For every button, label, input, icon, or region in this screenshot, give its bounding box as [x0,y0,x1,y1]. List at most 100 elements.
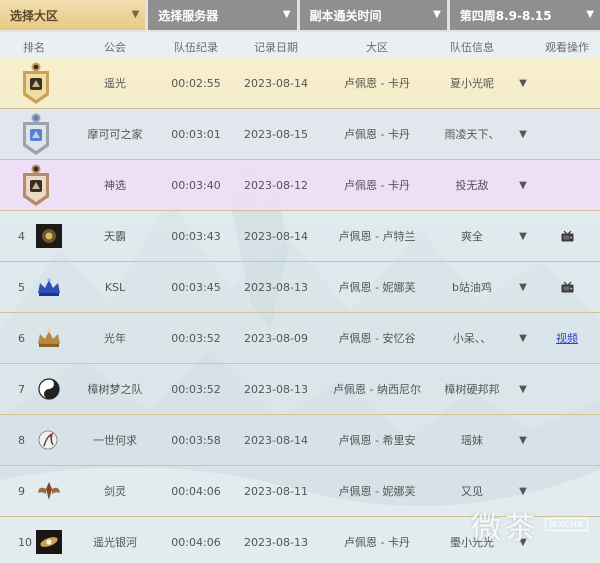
rank-cell: 8 [0,415,68,465]
record-time: 00:03:40 [171,178,221,192]
rank-cell [0,58,68,108]
record-time: 00:04:06 [171,535,221,549]
guild-name: 剑灵 [104,485,126,498]
record-time: 00:04:06 [171,484,221,498]
team-leader: 雨凌天下、 [444,128,500,141]
table-row: 10 遥光银河 00:04:06 2023-08-13 卢佩恩 - 卡丹 璺小光… [0,517,600,563]
winged-emblem-icon [38,482,60,500]
record-date: 2023-08-14 [244,76,308,90]
team-leader: b站油鸡 [452,281,492,294]
watch-video-link[interactable]: 视频 [556,330,578,346]
record-date: 2023-08-13 [244,382,308,396]
record-date: 2023-08-14 [244,229,308,243]
table-row: 9 剑灵 00:04:06 2023-08-11 卢佩恩 - 妮娜芙 又见 ▼ [0,466,600,517]
rank-number: 6 [18,331,25,345]
expand-team-button[interactable]: ▼ [512,211,534,261]
rank-number: 8 [18,433,25,447]
table-row: 摩可可之家 00:03:01 2023-08-15 卢佩恩 - 卡丹 雨凌天下、… [0,109,600,160]
rank-number: 9 [18,484,25,498]
table-row: 7 樟树梦之队 00:03:52 2023-08-13 卢佩恩 - 纳西尼尔 樟… [0,364,600,415]
guild-name: KSL [104,280,126,294]
rank-number: 4 [18,229,25,243]
rank-cell [0,109,68,159]
watch-cell [534,364,600,414]
team-leader: 投无敌 [455,179,489,192]
record-time: 00:03:52 [171,382,221,396]
triangle-down-icon: ▼ [519,179,527,191]
record-time: 00:03:45 [171,280,221,294]
record-time: 00:03:52 [171,331,221,345]
team-leader: 又见 [461,485,483,498]
server-select[interactable]: 选择服务器 ▼ [148,0,297,30]
team-leader: 小呆、、 [452,332,492,345]
rank-number: 5 [18,280,25,294]
team-leader: 爽全 [461,230,483,243]
galaxy-emblem-icon [36,530,62,554]
table-row: 神选 00:03:40 2023-08-12 卢佩恩 - 卡丹 投无敌 ▼ [0,160,600,211]
triangle-down-icon: ▼ [519,485,527,497]
ranking-table: 遥光 00:02:55 2023-08-14 卢佩恩 - 卡丹 夏小光呢 ▼ 摩… [0,58,600,563]
dark-emblem-icon [36,224,62,248]
region-select[interactable]: 选择大区 ▼ [0,0,146,30]
header-record: 队伍纪录 [174,41,218,54]
team-leader: 夏小光呢 [450,77,494,90]
watch-cell [534,517,600,563]
record-date: 2023-08-12 [244,178,308,192]
expand-team-button[interactable]: ▼ [512,313,534,363]
clear-time-select-label: 副本通关时间 [309,8,382,23]
watch-cell [534,160,600,210]
gold-crown-icon [38,329,60,347]
region-server: 卢佩恩 - 安忆谷 [338,332,416,345]
server-select-label: 选择服务器 [158,8,219,23]
region-server: 卢佩恩 - 卡丹 [344,536,410,549]
table-row: 遥光 00:02:55 2023-08-14 卢佩恩 - 卡丹 夏小光呢 ▼ [0,58,600,109]
gold-medal-icon [23,62,49,104]
record-date: 2023-08-09 [244,331,308,345]
watch-cell [534,415,600,465]
sketch-figure-icon [38,430,58,450]
header-rank: 排名 [23,41,45,54]
guild-name: 遥光 [104,77,126,90]
expand-team-button[interactable]: ▼ [512,364,534,414]
region-server: 卢佩恩 - 妮娜芙 [338,281,416,294]
clear-time-select[interactable]: 副本通关时间 ▼ [299,0,447,30]
rank-cell: 4 [0,211,68,261]
video-tv-icon[interactable] [561,230,574,242]
expand-team-button[interactable]: ▼ [512,415,534,465]
record-time: 00:03:43 [171,229,221,243]
watch-cell [534,262,600,312]
yin-yang-icon [38,378,60,400]
rank-number: 7 [18,382,25,396]
chevron-down-icon: ▼ [282,9,291,20]
record-date: 2023-08-13 [244,280,308,294]
watch-cell [534,211,600,261]
triangle-down-icon: ▼ [519,77,527,89]
header-watch: 观看操作 [545,41,589,54]
expand-team-button[interactable]: ▼ [512,466,534,516]
watch-cell [534,466,600,516]
rank-cell: 7 [0,364,68,414]
rank-cell: 9 [0,466,68,516]
team-leader: 樟树硬邦邦 [444,383,500,396]
triangle-down-icon: ▼ [519,536,527,548]
expand-team-button[interactable]: ▼ [512,109,534,159]
expand-team-button[interactable]: ▼ [512,160,534,210]
expand-team-button[interactable]: ▼ [512,517,534,563]
region-server: 卢佩恩 - 卡丹 [344,179,410,192]
region-server: 卢佩恩 - 纳西尼尔 [333,383,421,396]
record-time: 00:03:01 [171,127,221,141]
rank-cell: 5 [0,262,68,312]
header-date: 记录日期 [254,41,298,54]
rank-cell: 10 [0,517,68,563]
watch-cell [534,58,600,108]
expand-team-button[interactable]: ▼ [512,58,534,108]
guild-name: 樟树梦之队 [87,383,143,396]
video-tv-icon[interactable] [561,281,574,293]
region-select-label: 选择大区 [10,8,59,23]
header-team-info: 队伍信息 [450,41,494,54]
guild-name: 光年 [104,332,126,345]
week-select[interactable]: 第四周8.9-8.15 ▼ [449,0,600,30]
expand-team-button[interactable]: ▼ [512,262,534,312]
watch-cell: 视频 [534,313,600,363]
week-select-label: 第四周8.9-8.15 [459,8,552,23]
